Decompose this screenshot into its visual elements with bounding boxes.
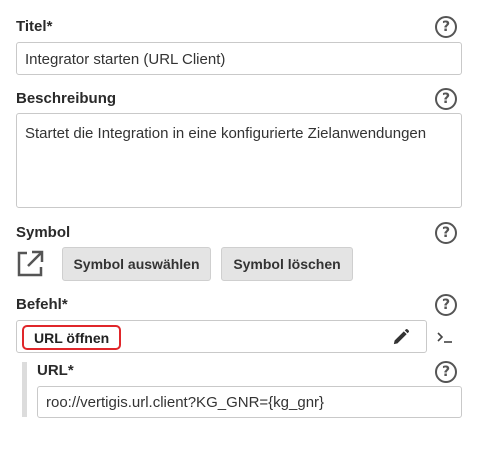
title-help-icon[interactable]: ? — [435, 16, 457, 38]
title-input[interactable]: Integrator starten (URL Client) — [16, 42, 462, 75]
symbol-label: Symbol — [16, 224, 71, 241]
title-label: Titel* — [16, 18, 53, 35]
delete-symbol-button[interactable]: Symbol löschen — [221, 247, 353, 281]
terminal-icon[interactable] — [436, 330, 454, 344]
description-textarea[interactable]: Startet die Integration in eine konfigur… — [16, 113, 462, 208]
select-symbol-button[interactable]: Symbol auswählen — [62, 247, 211, 281]
description-help-icon[interactable]: ? — [435, 88, 457, 110]
url-input[interactable]: roo://vertigis.url.client?KG_GNR={kg_gnr… — [37, 386, 462, 418]
url-subpanel-bar — [22, 362, 27, 417]
url-label: URL* — [37, 362, 74, 379]
symbol-help-icon[interactable]: ? — [435, 222, 457, 244]
external-link-icon — [17, 250, 44, 277]
pencil-icon[interactable] — [391, 328, 410, 347]
command-label: Befehl* — [16, 296, 68, 313]
description-label: Beschreibung — [16, 90, 117, 107]
url-help-icon[interactable]: ? — [435, 361, 457, 383]
command-value: URL öffnen — [22, 325, 122, 350]
command-help-icon[interactable]: ? — [435, 294, 457, 316]
command-select[interactable]: URL öffnen — [16, 320, 427, 353]
